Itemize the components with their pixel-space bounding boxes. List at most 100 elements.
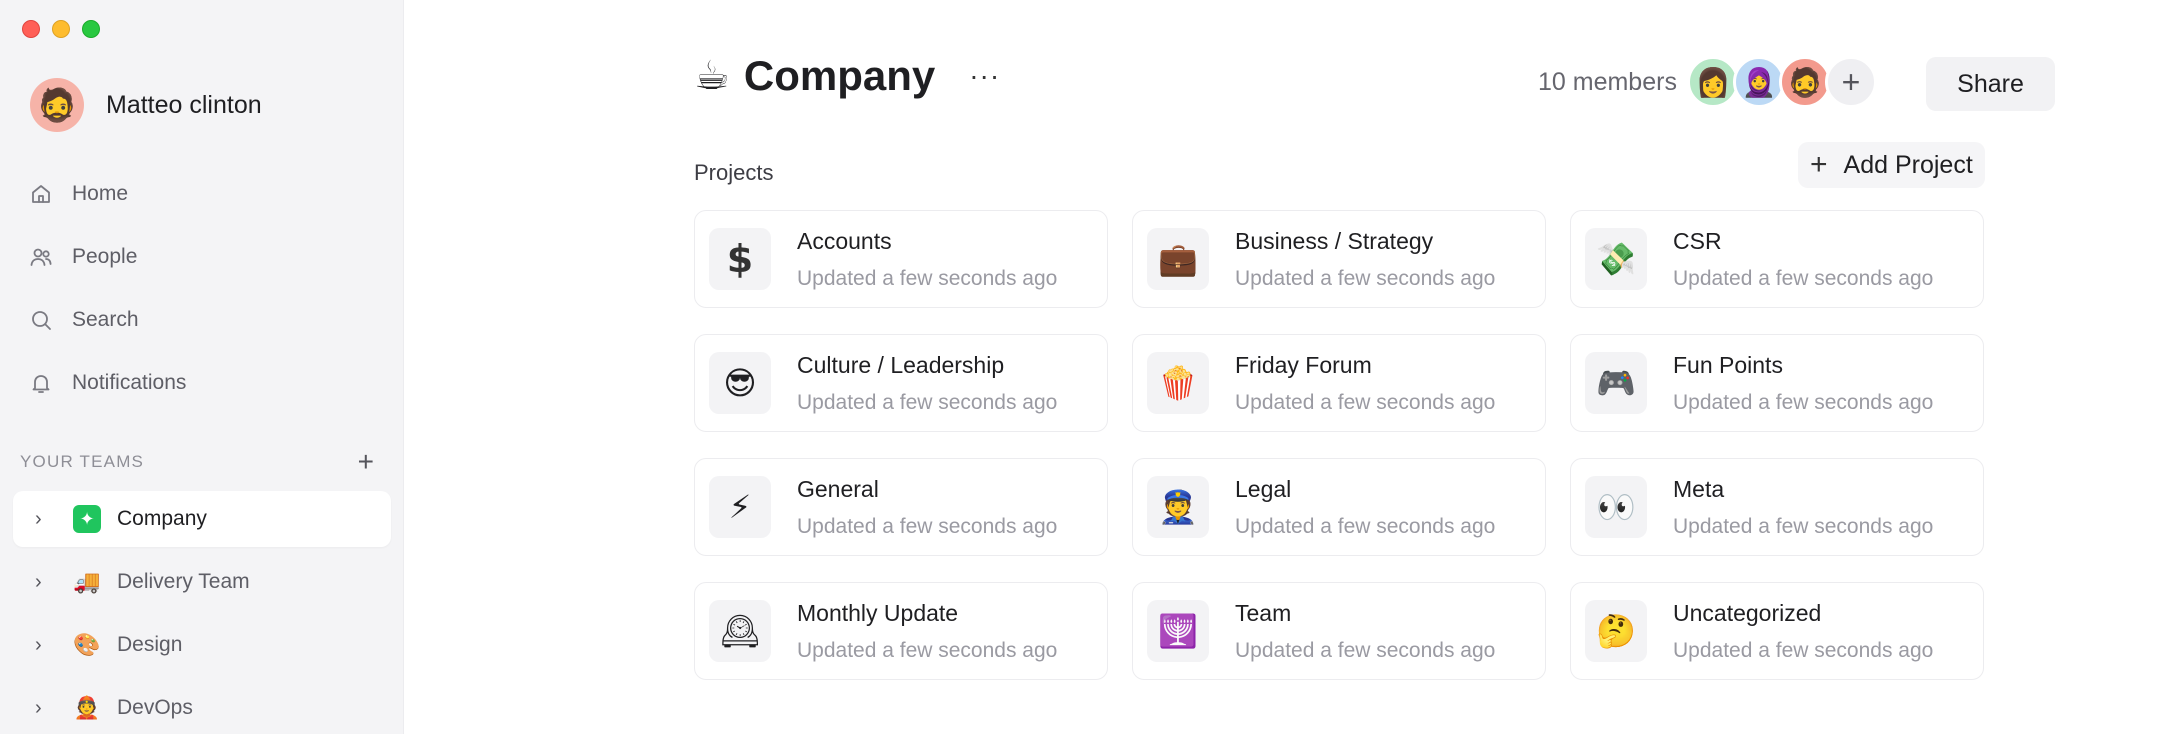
project-card-meta[interactable]: 👀 Meta Updated a few seconds ago	[1570, 458, 1984, 556]
sidebar-item-people[interactable]: People	[28, 225, 186, 288]
project-updated: Updated a few seconds ago	[1673, 390, 1934, 414]
sidebar-item-notifications[interactable]: Notifications	[28, 351, 186, 414]
sidebar-item-label: Search	[72, 307, 139, 331]
team-item-design[interactable]: › 🎨 Design	[13, 617, 391, 673]
add-member-button[interactable]: +	[1824, 56, 1877, 108]
project-card-friday-forum[interactable]: 🍿 Friday Forum Updated a few seconds ago	[1132, 334, 1546, 432]
project-updated: Updated a few seconds ago	[797, 514, 1058, 538]
user-profile[interactable]: 🧔 Matteo clinton	[30, 78, 262, 132]
team-item-delivery-team[interactable]: › 🚚 Delivery Team	[13, 554, 391, 610]
briefcase-icon: 💼	[1147, 228, 1209, 290]
project-updated: Updated a few seconds ago	[1235, 390, 1496, 414]
avatar: 🧔	[30, 78, 84, 132]
eyes-icon: 👀	[1585, 476, 1647, 538]
project-title: Culture / Leadership	[797, 351, 1005, 378]
project-card-culture-leadership[interactable]: 😎 Culture / Leadership Updated a few sec…	[694, 334, 1108, 432]
game-controller-icon: 🎮	[1585, 352, 1647, 414]
project-card-csr[interactable]: 💸 CSR Updated a few seconds ago	[1570, 210, 1984, 308]
mantelpiece-clock-icon: 🕰	[709, 600, 771, 662]
avatar[interactable]: 🧔	[1778, 56, 1831, 108]
project-updated: Updated a few seconds ago	[1673, 266, 1934, 290]
project-updated: Updated a few seconds ago	[797, 390, 1058, 414]
more-options-button[interactable]: ···	[969, 60, 1000, 92]
police-officer-icon: 👮	[1147, 476, 1209, 538]
sidebar-item-label: Home	[72, 181, 129, 205]
avatar[interactable]: 🧕	[1732, 56, 1785, 108]
team-item-devops[interactable]: › 👲 DevOps	[13, 680, 391, 734]
project-title: Uncategorized	[1673, 599, 1822, 626]
sidebar: 🧔 Matteo clinton Home People Search Noti…	[0, 0, 404, 734]
sidebar-item-home[interactable]: Home	[28, 162, 186, 225]
project-updated: Updated a few seconds ago	[1673, 514, 1934, 538]
project-title: Fun Points	[1673, 351, 1783, 378]
team-label: DevOps	[117, 696, 193, 719]
team-label: Delivery Team	[117, 570, 250, 593]
add-team-button[interactable]: +	[358, 448, 374, 476]
people-icon	[28, 244, 54, 270]
bell-icon	[28, 370, 54, 396]
project-updated: Updated a few seconds ago	[797, 266, 1058, 290]
menorah-icon: 🕎	[1147, 600, 1209, 662]
project-card-business-strategy[interactable]: 💼 Business / Strategy Updated a few seco…	[1132, 210, 1546, 308]
maximize-window-button[interactable]	[82, 20, 100, 38]
dollar-icon: $	[709, 228, 771, 290]
projects-grid: $ Accounts Updated a few seconds ago 💼 B…	[694, 210, 1984, 680]
project-title: Meta	[1673, 475, 1725, 502]
add-project-button[interactable]: + Add Project	[1798, 142, 1985, 188]
avatar[interactable]: 👩	[1686, 56, 1739, 108]
project-title: Accounts	[797, 227, 892, 254]
palette-icon: 🎨	[73, 632, 101, 657]
user-name: Matteo clinton	[106, 90, 262, 119]
project-updated: Updated a few seconds ago	[1673, 638, 1934, 662]
search-icon	[28, 307, 54, 333]
project-updated: Updated a few seconds ago	[1235, 514, 1496, 538]
thinking-face-icon: 🤔	[1585, 600, 1647, 662]
close-window-button[interactable]	[22, 20, 40, 38]
plus-icon: +	[1810, 148, 1828, 181]
project-card-fun-points[interactable]: 🎮 Fun Points Updated a few seconds ago	[1570, 334, 1984, 432]
project-card-general[interactable]: ⚡ General Updated a few seconds ago	[694, 458, 1108, 556]
project-updated: Updated a few seconds ago	[1235, 638, 1496, 662]
sunglasses-face-icon: 😎	[709, 352, 771, 414]
project-title: Monthly Update	[797, 599, 959, 626]
project-updated: Updated a few seconds ago	[797, 638, 1058, 662]
project-card-monthly-update[interactable]: 🕰 Monthly Update Updated a few seconds a…	[694, 582, 1108, 680]
project-card-team[interactable]: 🕎 Team Updated a few seconds ago	[1132, 582, 1546, 680]
members-group[interactable]: 10 members 👩 🧕 🧔 +	[1538, 56, 1877, 108]
home-icon	[28, 181, 54, 207]
chevron-right-icon[interactable]: ›	[13, 634, 73, 657]
coffee-icon: ☕	[694, 54, 730, 98]
teams-label: YOUR TEAMS	[20, 452, 145, 471]
lightning-icon: ⚡	[709, 476, 771, 538]
project-title: Friday Forum	[1235, 351, 1372, 378]
add-project-label: Add Project	[1843, 150, 1973, 179]
project-card-accounts[interactable]: $ Accounts Updated a few seconds ago	[694, 210, 1108, 308]
chevron-right-icon[interactable]: ›	[13, 508, 73, 531]
page-header: ☕ Company ···	[694, 52, 1000, 100]
sparkle-icon: ✦	[73, 505, 101, 533]
project-title: General	[797, 475, 879, 502]
money-wings-icon: 💸	[1585, 228, 1647, 290]
person-turban-icon: 👲	[73, 695, 101, 720]
sidebar-item-label: Notifications	[72, 370, 187, 394]
popcorn-icon: 🍿	[1147, 352, 1209, 414]
project-title: Team	[1235, 599, 1292, 626]
sidebar-nav: Home People Search Notifications	[28, 162, 186, 414]
share-button[interactable]: Share	[1926, 57, 2055, 111]
sidebar-item-label: People	[72, 244, 138, 268]
chevron-right-icon[interactable]: ›	[13, 571, 73, 594]
page-title: Company	[743, 52, 936, 99]
project-card-legal[interactable]: 👮 Legal Updated a few seconds ago	[1132, 458, 1546, 556]
team-label: Company	[117, 507, 207, 530]
minimize-window-button[interactable]	[52, 20, 70, 38]
sidebar-item-search[interactable]: Search	[28, 288, 186, 351]
project-card-uncategorized[interactable]: 🤔 Uncategorized Updated a few seconds ag…	[1570, 582, 1984, 680]
project-title: Business / Strategy	[1235, 227, 1434, 254]
team-label: Design	[117, 633, 183, 656]
members-count: 10 members	[1538, 67, 1677, 96]
project-updated: Updated a few seconds ago	[1235, 266, 1496, 290]
truck-icon: 🚚	[73, 569, 101, 594]
team-item-company[interactable]: › ✦ Company	[13, 491, 391, 547]
project-title: Legal	[1235, 475, 1292, 502]
chevron-right-icon[interactable]: ›	[13, 697, 73, 720]
